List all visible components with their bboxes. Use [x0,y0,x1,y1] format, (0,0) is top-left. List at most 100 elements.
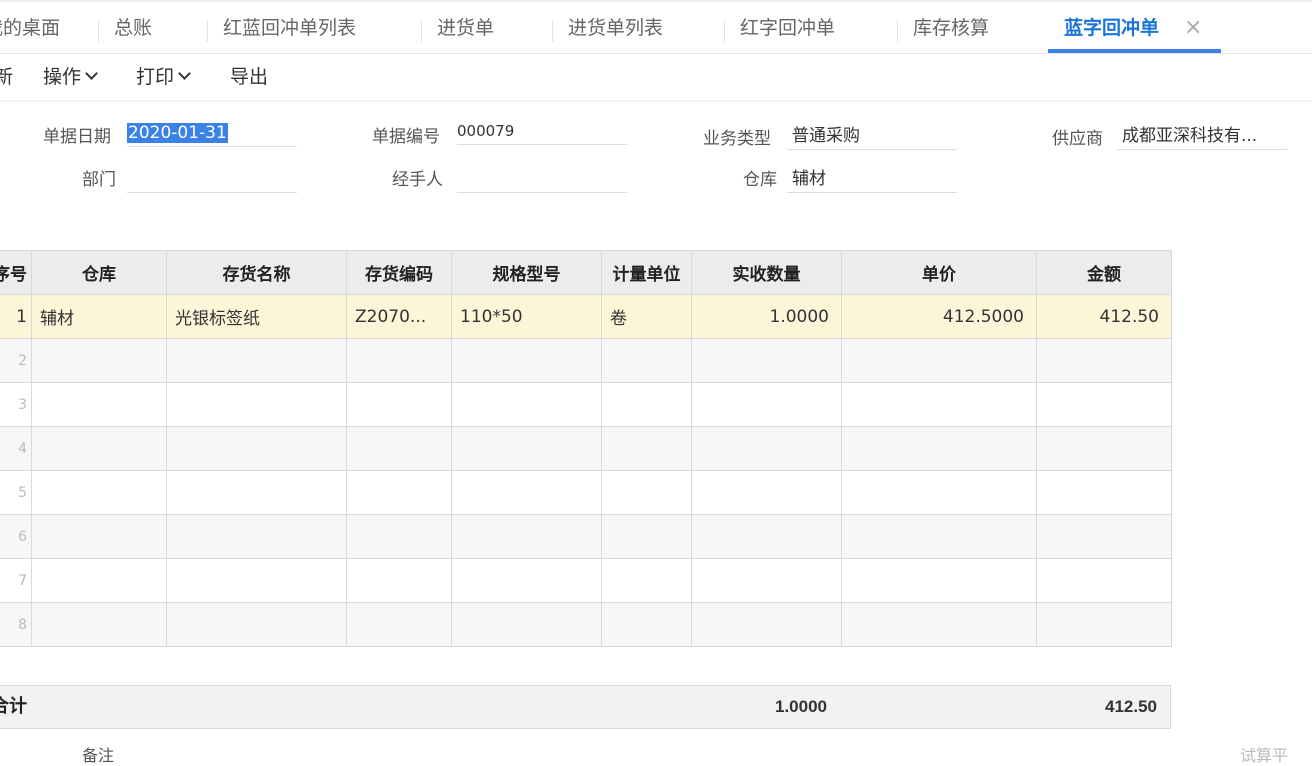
cell-warehouse[interactable] [31,382,167,427]
col-header-item-code[interactable]: 存货编码 [346,250,452,295]
tab-red-blue-list[interactable]: 红蓝回冲单列表 [223,2,356,54]
cell-item-code[interactable] [346,470,452,515]
table-row[interactable]: 8 [0,602,1172,647]
cell-qty[interactable] [691,470,842,515]
cell-item-name[interactable] [166,514,347,559]
cell-item-code[interactable] [346,514,452,559]
cell-spec[interactable] [451,426,602,471]
cell-price[interactable] [841,382,1037,427]
col-header-warehouse[interactable]: 仓库 [31,250,167,295]
cell-unit[interactable] [601,602,692,647]
cell-unit[interactable] [601,426,692,471]
cell-amount[interactable] [1036,470,1172,515]
cell-item-code[interactable] [346,426,452,471]
col-header-seq[interactable]: 序号 [0,250,32,295]
cell-price[interactable] [841,470,1037,515]
cell-warehouse[interactable] [31,558,167,603]
warehouse-field[interactable]: 辅材 [787,166,957,193]
cell-qty[interactable] [691,514,842,559]
table-row[interactable]: 2 [0,338,1172,383]
cell-price[interactable] [841,426,1037,471]
tab-red-reversal[interactable]: 红字回冲单 [740,2,835,54]
cell-spec[interactable] [451,382,602,427]
cell-qty[interactable] [691,338,842,383]
cell-amount[interactable] [1036,426,1172,471]
cell-amount[interactable] [1036,602,1172,647]
tab-purchase-list[interactable]: 进货单列表 [568,2,663,54]
cell-item-name[interactable] [166,338,347,383]
cell-spec[interactable] [451,558,602,603]
cell-unit[interactable]: 卷 [601,294,692,339]
tab-purchase-order[interactable]: 进货单 [437,2,494,54]
cell-spec[interactable] [451,470,602,515]
cell-spec[interactable] [451,602,602,647]
cell-amount[interactable] [1036,514,1172,559]
cell-unit[interactable] [601,470,692,515]
cell-warehouse[interactable] [31,514,167,559]
cell-amount[interactable]: 412.50 [1036,294,1172,339]
cell-unit[interactable] [601,558,692,603]
cell-item-name[interactable] [166,470,347,515]
close-icon[interactable]: × [1184,2,1202,54]
cell-spec[interactable] [451,338,602,383]
table-row[interactable]: 4 [0,426,1172,471]
cell-item-code[interactable] [346,558,452,603]
cell-warehouse[interactable] [31,470,167,515]
cell-price[interactable]: 412.5000 [841,294,1037,339]
cell-item-code[interactable] [346,382,452,427]
tab-my-desktop[interactable]: 我的桌面 [0,2,60,54]
supplier-field[interactable]: 成都亚深科技有... [1117,123,1287,150]
table-row[interactable]: 5 [0,470,1172,515]
doc-date-field[interactable]: 2020-01-31 [127,120,297,147]
cell-item-code[interactable] [346,602,452,647]
col-header-spec[interactable]: 规格型号 [451,250,602,295]
cell-qty[interactable] [691,426,842,471]
refresh-button[interactable]: 新 [0,54,13,100]
cell-amount[interactable] [1036,382,1172,427]
col-header-qty[interactable]: 实收数量 [691,250,842,295]
cell-qty[interactable] [691,382,842,427]
cell-spec[interactable]: 110*50 [451,294,602,339]
tab-inventory-accounting[interactable]: 库存核算 [913,2,989,54]
cell-item-name[interactable] [166,558,347,603]
cell-unit[interactable] [601,338,692,383]
cell-spec[interactable] [451,514,602,559]
table-row[interactable]: 3 [0,382,1172,427]
export-button[interactable]: 导出 [230,54,268,100]
col-header-price[interactable]: 单价 [841,250,1037,295]
cell-amount[interactable] [1036,558,1172,603]
cell-price[interactable] [841,338,1037,383]
doc-no-field[interactable]: 000079 [457,118,627,145]
table-row[interactable]: 1 辅材 光银标签纸 Z2070... 110*50 卷 1.0000 412.… [0,294,1172,339]
cell-item-name[interactable] [166,426,347,471]
cell-item-name[interactable] [166,382,347,427]
cell-warehouse[interactable] [31,426,167,471]
operate-menu-button[interactable]: 操作 [43,54,98,100]
dept-field[interactable] [127,166,297,193]
col-header-item-name[interactable]: 存货名称 [166,250,347,295]
cell-warehouse[interactable]: 辅材 [31,294,167,339]
table-row[interactable]: 6 [0,514,1172,559]
cell-warehouse[interactable] [31,602,167,647]
cell-warehouse[interactable] [31,338,167,383]
handler-field[interactable] [457,166,627,193]
col-header-amount[interactable]: 金额 [1036,250,1172,295]
cell-amount[interactable] [1036,338,1172,383]
cell-qty[interactable]: 1.0000 [691,294,842,339]
cell-price[interactable] [841,558,1037,603]
cell-item-code[interactable]: Z2070... [346,294,452,339]
cell-price[interactable] [841,514,1037,559]
cell-qty[interactable] [691,558,842,603]
cell-item-name[interactable]: 光银标签纸 [166,294,347,339]
table-row[interactable]: 7 [0,558,1172,603]
tab-general-ledger[interactable]: 总账 [114,2,152,54]
print-menu-button[interactable]: 打印 [136,54,191,100]
biz-type-field[interactable]: 普通采购 [787,123,957,150]
cell-unit[interactable] [601,382,692,427]
cell-item-name[interactable] [166,602,347,647]
cell-item-code[interactable] [346,338,452,383]
cell-qty[interactable] [691,602,842,647]
cell-price[interactable] [841,602,1037,647]
tab-blue-reversal[interactable]: 蓝字回冲单 [1064,2,1159,54]
col-header-unit[interactable]: 计量单位 [601,250,692,295]
